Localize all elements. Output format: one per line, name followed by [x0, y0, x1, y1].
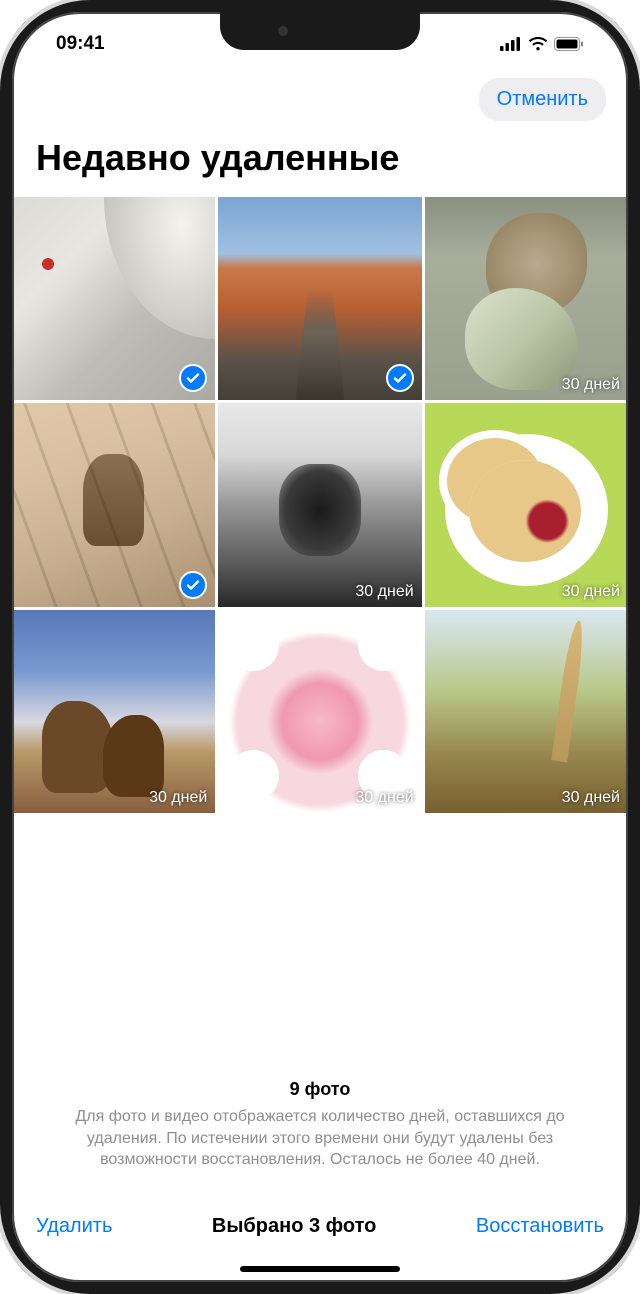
recover-button[interactable]: Восстановить: [476, 1211, 604, 1242]
cancel-button[interactable]: Отменить: [479, 78, 606, 121]
footer-info: 9 фото Для фото и видео отображается кол…: [12, 1079, 628, 1191]
home-indicator[interactable]: [240, 1266, 400, 1272]
selected-checkmark-icon: [179, 571, 207, 599]
page-title: Недавно удаленные: [12, 127, 628, 197]
battery-icon: [554, 37, 584, 51]
photo-image: [12, 610, 215, 813]
photo-image: [425, 610, 628, 813]
status-time: 09:41: [56, 33, 105, 55]
photo-count-label: 9 фото: [40, 1079, 600, 1100]
photo-thumbnail[interactable]: 30 дней: [218, 610, 421, 813]
nav-bar: Отменить: [12, 68, 628, 127]
photo-grid: 30 дней 30 дней 30 дней 30 дней 30 дней …: [12, 197, 628, 813]
days-remaining-label: 30 дней: [562, 789, 620, 807]
bottom-toolbar: Удалить Выбрано 3 фото Восстановить: [12, 1191, 628, 1252]
photo-thumbnail[interactable]: [218, 197, 421, 400]
wifi-icon: [528, 37, 548, 51]
photo-thumbnail[interactable]: 30 дней: [12, 610, 215, 813]
days-remaining-label: 30 дней: [355, 789, 413, 807]
days-remaining-label: 30 дней: [149, 789, 207, 807]
photo-thumbnail[interactable]: 30 дней: [425, 610, 628, 813]
photo-thumbnail[interactable]: 30 дней: [425, 197, 628, 400]
photo-image: [218, 403, 421, 606]
photo-thumbnail[interactable]: 30 дней: [425, 403, 628, 606]
photo-image: [425, 197, 628, 400]
days-remaining-label: 30 дней: [562, 583, 620, 601]
days-remaining-label: 30 дней: [355, 583, 413, 601]
photo-image: [218, 610, 421, 813]
days-remaining-label: 30 дней: [562, 376, 620, 394]
cellular-icon: [500, 37, 522, 51]
selection-count-label: Выбрано 3 фото: [212, 1215, 376, 1238]
photo-thumbnail[interactable]: [12, 403, 215, 606]
photo-thumbnail[interactable]: 30 дней: [218, 403, 421, 606]
status-indicators: [500, 37, 584, 51]
photo-image: [425, 403, 628, 606]
selected-checkmark-icon: [386, 364, 414, 392]
screen: 09:41 Отменить Недавно удаленные: [12, 12, 628, 1282]
delete-button[interactable]: Удалить: [36, 1211, 112, 1242]
photo-thumbnail[interactable]: [12, 197, 215, 400]
deletion-info-text: Для фото и видео отображается количество…: [40, 1106, 600, 1171]
